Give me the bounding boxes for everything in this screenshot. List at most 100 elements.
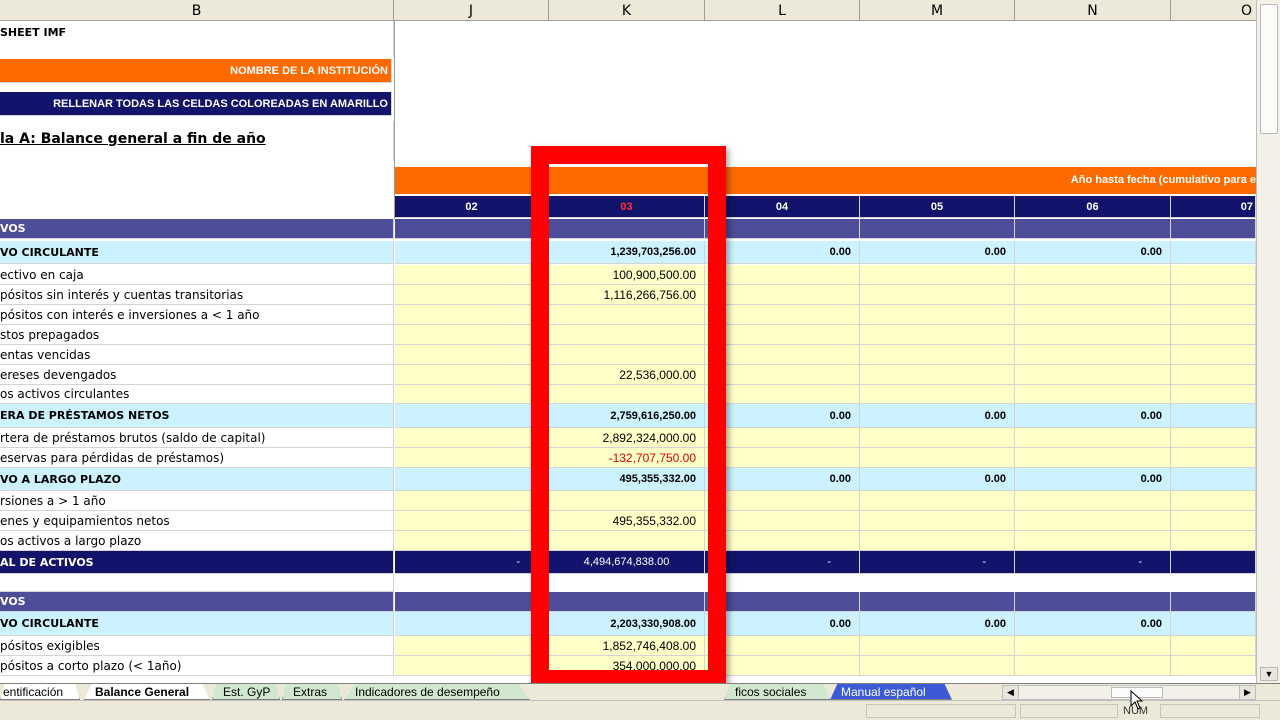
period-07[interactable]: 07 bbox=[1171, 196, 1256, 218]
cell-k[interactable]: 100,900,500.00 bbox=[549, 265, 705, 285]
cell-o[interactable] bbox=[1171, 491, 1256, 511]
cell-n[interactable] bbox=[1015, 285, 1171, 305]
cell-n[interactable]: - bbox=[1015, 551, 1171, 574]
cell-m[interactable] bbox=[860, 592, 1015, 612]
cell-n[interactable] bbox=[1015, 385, 1171, 404]
cell-n[interactable] bbox=[1015, 592, 1171, 612]
cell-l[interactable] bbox=[705, 305, 860, 325]
cell-j[interactable] bbox=[395, 656, 549, 676]
cell-m[interactable] bbox=[860, 305, 1015, 325]
cell-m[interactable] bbox=[860, 491, 1015, 511]
cell-m[interactable] bbox=[860, 285, 1015, 305]
cell-k[interactable] bbox=[549, 325, 705, 345]
period-06[interactable]: 06 bbox=[1015, 196, 1171, 218]
cell-k[interactable]: 1,239,703,256.00 bbox=[549, 241, 705, 264]
cell-n[interactable] bbox=[1015, 448, 1171, 468]
cell-k[interactable]: 354,000,000.00 bbox=[549, 656, 705, 676]
row-label[interactable]: entas vencidas bbox=[0, 345, 394, 365]
cell-l[interactable] bbox=[705, 219, 860, 239]
cell-n[interactable] bbox=[1015, 574, 1171, 592]
cell-k[interactable]: 495,355,332.00 bbox=[549, 468, 705, 491]
cell-l[interactable]: 0.00 bbox=[705, 612, 860, 636]
cell-k[interactable] bbox=[549, 385, 705, 404]
cell-o[interactable] bbox=[1171, 468, 1256, 491]
row-label[interactable]: ereses devengados bbox=[0, 365, 394, 385]
cell-n[interactable] bbox=[1015, 345, 1171, 365]
cell-k[interactable]: 1,116,266,756.00 bbox=[549, 285, 705, 305]
cell-n[interactable] bbox=[1015, 636, 1171, 656]
cell-n[interactable]: 0.00 bbox=[1015, 404, 1171, 428]
cell-l[interactable]: 0.00 bbox=[705, 241, 860, 264]
cell-k[interactable]: -132,707,750.00 bbox=[549, 448, 705, 468]
cell-o[interactable] bbox=[1171, 365, 1256, 385]
cell-l[interactable] bbox=[705, 448, 860, 468]
cell-l[interactable]: 0.00 bbox=[705, 468, 860, 491]
cell-j[interactable] bbox=[395, 219, 549, 239]
cell-m[interactable] bbox=[860, 219, 1015, 239]
cell-o[interactable] bbox=[1171, 531, 1256, 551]
row-label[interactable]: os activos circulantes bbox=[0, 385, 394, 404]
row-label[interactable]: VOS bbox=[0, 592, 394, 612]
cell-j[interactable] bbox=[395, 574, 549, 592]
cell-k[interactable] bbox=[549, 574, 705, 592]
period-05[interactable]: 05 bbox=[860, 196, 1015, 218]
tab-graficos-sociales[interactable]: ficos sociales bbox=[724, 684, 830, 700]
cell-m[interactable] bbox=[860, 345, 1015, 365]
row-label[interactable]: enes y equipamientos netos bbox=[0, 511, 394, 531]
cell-j[interactable] bbox=[395, 265, 549, 285]
cell-m[interactable] bbox=[860, 265, 1015, 285]
cell-m[interactable] bbox=[860, 531, 1015, 551]
cell-n[interactable] bbox=[1015, 428, 1171, 448]
row-label[interactable]: AL DE ACTIVOS bbox=[0, 551, 394, 574]
row-label[interactable]: ERA DE PRÉSTAMOS NETOS bbox=[0, 404, 394, 428]
cell-l[interactable]: - bbox=[705, 551, 860, 574]
period-label-cell[interactable]: Año hasta fecha (cumulativo para e bbox=[395, 167, 1256, 194]
cell-m[interactable]: 0.00 bbox=[860, 612, 1015, 636]
cell-m[interactable] bbox=[860, 574, 1015, 592]
institution-name-cell[interactable]: NOMBRE DE LA INSTITUCIÓN bbox=[0, 59, 392, 83]
tab-manual-espanol[interactable]: Manual español bbox=[830, 684, 952, 700]
cell-n[interactable]: 0.00 bbox=[1015, 612, 1171, 636]
cell-n[interactable] bbox=[1015, 656, 1171, 676]
cell-j[interactable] bbox=[395, 285, 549, 305]
period-02[interactable]: 02 bbox=[395, 196, 549, 218]
cell-o[interactable] bbox=[1171, 325, 1256, 345]
row-label[interactable]: ectivo en caja bbox=[0, 265, 394, 285]
cell-l[interactable] bbox=[705, 511, 860, 531]
cell-m[interactable]: 0.00 bbox=[860, 468, 1015, 491]
cell-n[interactable]: 0.00 bbox=[1015, 468, 1171, 491]
cell-j[interactable]: 0 bbox=[395, 404, 549, 428]
cell-j[interactable]: 0 bbox=[395, 612, 549, 636]
row-label[interactable]: VOS bbox=[0, 219, 394, 239]
cell-k[interactable]: 2,892,324,000.00 bbox=[549, 428, 705, 448]
cell-m[interactable]: 0.00 bbox=[860, 404, 1015, 428]
row-label[interactable]: pósitos a corto plazo (< 1año) bbox=[0, 656, 394, 676]
cell-l[interactable] bbox=[705, 428, 860, 448]
cell-k[interactable] bbox=[549, 305, 705, 325]
cell-l[interactable] bbox=[705, 574, 860, 592]
row-label[interactable]: pósitos con interés e inversiones a < 1 … bbox=[0, 305, 394, 325]
cell-l[interactable] bbox=[705, 285, 860, 305]
cell-m[interactable] bbox=[860, 511, 1015, 531]
period-03[interactable]: 03 bbox=[549, 196, 705, 218]
cell-o[interactable] bbox=[1171, 428, 1256, 448]
row-label[interactable]: VO CIRCULANTE bbox=[0, 612, 394, 636]
row-label[interactable] bbox=[0, 574, 394, 592]
cell-l[interactable] bbox=[705, 636, 860, 656]
cell-k[interactable]: 1,852,746,408.00 bbox=[549, 636, 705, 656]
cell-k[interactable] bbox=[549, 592, 705, 612]
period-04[interactable]: 04 bbox=[705, 196, 860, 218]
cell-n[interactable] bbox=[1015, 511, 1171, 531]
cell-j[interactable] bbox=[395, 365, 549, 385]
cell-o[interactable] bbox=[1171, 592, 1256, 612]
tab-est-gyp[interactable]: Est. GyP bbox=[212, 684, 280, 700]
cell-j[interactable]: 0 bbox=[395, 468, 549, 491]
cell-l[interactable] bbox=[705, 385, 860, 404]
row-label[interactable]: pósitos exigibles bbox=[0, 636, 394, 656]
cell-m[interactable] bbox=[860, 365, 1015, 385]
cell-m[interactable] bbox=[860, 636, 1015, 656]
cell-m[interactable] bbox=[860, 325, 1015, 345]
cell-l[interactable] bbox=[705, 491, 860, 511]
cell-k[interactable]: 4,494,674,838.00 bbox=[549, 551, 705, 574]
column-header-n[interactable]: N bbox=[1015, 0, 1171, 21]
